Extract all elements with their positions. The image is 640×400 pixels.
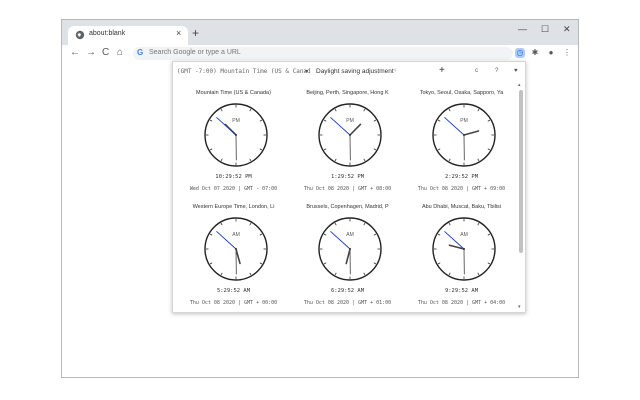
clock-center (349, 134, 351, 136)
analog-clock: AM (432, 217, 496, 281)
clock-card: Mountain Time (US & Canada) PM 10:29:52 … (177, 90, 290, 202)
settings-icon[interactable]: c (475, 68, 478, 74)
clock-date: Thu Oct 08 2020 | GMT + 08:00 (303, 186, 392, 192)
forward-icon[interactable]: → (86, 47, 96, 59)
analog-clock: PM (204, 103, 268, 167)
close-tab-icon[interactable]: × (176, 28, 181, 38)
clock-date: Thu Oct 08 2020 | GMT + 04:00 (417, 300, 506, 306)
clock-city: Mountain Time (US & Canada) (196, 90, 271, 96)
extensions-puzzle-icon[interactable]: ✱ (530, 48, 540, 58)
scroll-up-icon[interactable]: ▴ (518, 82, 521, 88)
analog-clock: AM (318, 217, 382, 281)
clock-time: 2:29:52 PM (444, 174, 479, 180)
clock-center (463, 248, 465, 250)
am-pm-label: PM (232, 118, 240, 124)
tab-title: about:blank (89, 30, 126, 37)
extension-clock-icon[interactable]: ◷ (515, 48, 525, 58)
menu-dots-icon[interactable]: ⋮ (562, 48, 572, 58)
reload-icon[interactable]: C (102, 47, 109, 59)
clock-time: 10:29:52 PM (215, 174, 252, 180)
globe-icon (75, 30, 85, 40)
clock-center (349, 248, 351, 250)
clock-card: Brussels, Copenhagen, Madrid, P AM 6:29:… (291, 204, 404, 312)
clock-center (463, 134, 465, 136)
dst-label: Daylight saving adjustment (316, 68, 394, 75)
clock-card: Tokyo, Seoul, Osaka, Sapporo, Ya PM 2:29… (405, 90, 518, 202)
address-bar[interactable]: G Search Google or type a URL (133, 47, 513, 60)
chevron-down-icon[interactable]: ▾ (305, 68, 308, 75)
google-icon: G (137, 48, 144, 57)
maximize-icon[interactable]: ☐ (541, 24, 549, 35)
browser-window: about:blank × + — ☐ ✕ ← → C ⌂ G Search G… (61, 19, 579, 378)
am-pm-label: AM (346, 232, 354, 238)
heart-icon[interactable]: ♥ (514, 68, 518, 74)
clock-card: Abu Dhabi, Muscat, Baku, Tbilisi AM 9:29… (405, 204, 518, 312)
clock-time: 6:29:52 AM (330, 288, 365, 294)
clock-city: Abu Dhabi, Muscat, Baku, Tbilisi (421, 204, 502, 210)
analog-clock: PM (432, 103, 496, 167)
scroll-down-icon[interactable]: ▾ (518, 304, 521, 310)
new-tab-button[interactable]: + (192, 26, 199, 40)
clock-center (235, 134, 237, 136)
clock-center (235, 248, 237, 250)
clock-city: Brussels, Copenhagen, Madrid, P (306, 204, 389, 210)
am-pm-label: AM (460, 232, 468, 238)
window-close-icon[interactable]: ✕ (563, 24, 571, 35)
clock-date: Wed Oct 07 2020 | GMT - 07:00 (189, 186, 278, 192)
minimize-icon[interactable]: — (518, 24, 527, 34)
clock-time: 9:29:52 AM (444, 288, 479, 294)
back-icon[interactable]: ← (70, 47, 80, 59)
profile-icon[interactable]: ● (546, 48, 556, 58)
popup-toolbar: (GMT -7:00) Mountain Time (US & Canad ▾ … (173, 62, 525, 82)
clock-time: 5:29:52 AM (216, 288, 251, 294)
tab-strip: about:blank × + — ☐ ✕ (62, 20, 578, 45)
tab-about-blank[interactable]: about:blank × (68, 26, 188, 45)
timezone-select[interactable]: (GMT -7:00) Mountain Time (US & Canad (177, 68, 311, 75)
analog-clock: AM (204, 217, 268, 281)
clock-card: Western Europe Time, London, Li AM 5:29:… (177, 204, 290, 312)
home-icon[interactable]: ⌂ (117, 47, 123, 59)
world-clock-popup: (GMT -7:00) Mountain Time (US & Canad ▾ … (172, 61, 526, 313)
clock-date: Thu Oct 08 2020 | GMT + 09:00 (417, 186, 506, 192)
dst-toggle[interactable]: ♀ (393, 68, 398, 74)
clock-city: Western Europe Time, London, Li (192, 204, 275, 210)
clock-date: Thu Oct 08 2020 | GMT + 00:00 (189, 300, 278, 306)
popup-scrollbar[interactable]: ▴ ▾ (517, 82, 525, 312)
clock-card: Beijing, Perth, Singapore, Hong K PM 1:2… (291, 90, 404, 202)
clock-city: Tokyo, Seoul, Osaka, Sapporo, Ya (419, 90, 504, 96)
clock-date: Thu Oct 08 2020 | GMT + 01:00 (303, 300, 392, 306)
help-icon[interactable]: ? (495, 68, 498, 74)
scrollbar-thumb[interactable] (519, 90, 523, 253)
clock-city: Beijing, Perth, Singapore, Hong K (306, 90, 389, 96)
am-pm-label: PM (346, 118, 354, 124)
add-clock-button[interactable]: + (439, 65, 445, 76)
clock-time: 1:29:52 PM (330, 174, 365, 180)
analog-clock: PM (318, 103, 382, 167)
am-pm-label: AM (232, 232, 240, 238)
am-pm-label: PM (460, 118, 468, 124)
address-placeholder: Search Google or type a URL (149, 49, 241, 56)
